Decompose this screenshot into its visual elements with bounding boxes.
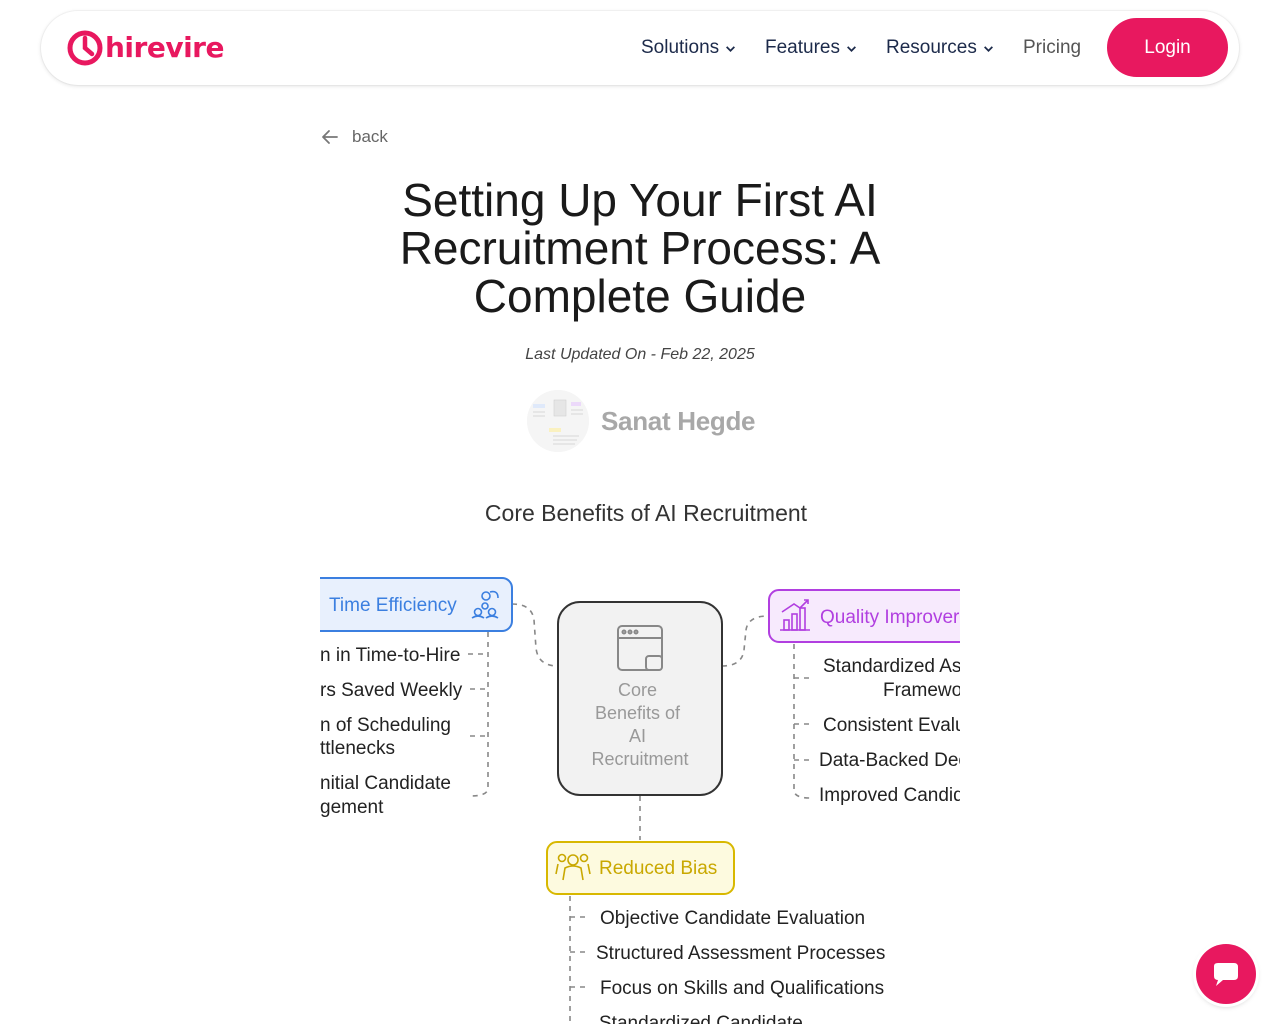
node-reduced-bias: Reduced Bias [546,841,735,895]
nav-features[interactable]: Features [765,37,857,59]
brand-name: hirevire [105,31,224,64]
list-item: Standardized As [823,656,960,677]
back-label: back [352,127,388,146]
center-label-line: Core [618,680,657,700]
center-label-line: Benefits of [595,703,681,723]
brand-logo[interactable]: hirevire [67,30,224,66]
list-item: rs Saved Weekly [320,680,463,701]
center-node: Core Benefits of AI Recruitment [557,601,723,796]
title-line: Complete Guide [473,270,807,322]
list-item: ttlenecks [320,738,395,759]
list-item: gement [320,797,384,818]
bias-leaves: Objective Candidate Evaluation Structure… [596,908,891,1024]
chat-bubble-icon [1214,963,1238,986]
nav-solutions[interactable]: Solutions [641,37,736,59]
quality-improvement-label: Quality Improver [820,607,960,628]
list-item: Improved Candid [819,785,960,806]
list-item: nitial Candidate [320,773,451,794]
nav-pricing-label: Pricing [1023,37,1082,58]
diagram-heading: Core Benefits of AI Recruitment [484,500,808,526]
nav-solutions-label: Solutions [641,37,720,58]
list-item: Objective Candidate Evaluation [600,908,865,929]
title-line: Setting Up Your First AI [402,174,878,226]
list-item: Data-Backed Dec [819,750,960,771]
reduced-bias-label: Reduced Bias [599,858,717,879]
center-label-line: Recruitment [591,749,688,769]
time-leaves: n in Time-to-Hire rs Saved Weekly n of S… [320,645,467,818]
hirevire-logo-icon [67,30,103,66]
time-efficiency-label: Time Efficiency [329,595,457,616]
last-updated: Last Updated On - Feb 22, 2025 [525,346,755,363]
mindmap-diagram: Core Benefits of AI Recruitment Time Eff… [320,540,960,1024]
list-item: Consistent Evalu [823,715,960,736]
node-quality-improvement: Quality Improver [768,589,960,643]
author-block: Sanat Hegde [527,390,755,452]
author-name[interactable]: Sanat Hegde [601,406,755,437]
list-item: Focus on Skills and Qualifications [600,978,884,999]
chevron-down-icon [983,45,993,52]
node-time-efficiency: Time Efficiency [320,577,513,632]
chat-launcher-button[interactable] [1196,944,1256,1004]
nav-pricing[interactable]: Pricing [1023,37,1081,59]
list-item: Structured Assessment Processes [596,943,885,964]
top-navbar: hirevire Solutions Features Resources Pr… [41,11,1239,85]
center-label-line: AI [629,726,646,746]
nav-resources[interactable]: Resources [886,37,994,59]
back-link[interactable]: back [320,127,388,147]
login-button[interactable]: Login [1107,18,1228,77]
chevron-down-icon [726,45,736,52]
avatar [527,390,589,452]
list-item: Framewo [883,680,960,701]
list-item: n of Scheduling [320,715,451,736]
arrow-left-icon [322,130,338,144]
nav-features-label: Features [765,37,840,58]
article-title: Setting Up Your First AI Recruitment Pro… [340,176,940,320]
chevron-down-icon [847,45,856,52]
quality-leaves: Standardized As Framewo Consistent Evalu… [819,656,960,806]
list-item: n in Time-to-Hire [320,645,460,666]
title-line: Recruitment Process: A [399,222,881,274]
nav-resources-label: Resources [886,37,977,58]
list-item: Standardized Candidate [599,1013,803,1024]
